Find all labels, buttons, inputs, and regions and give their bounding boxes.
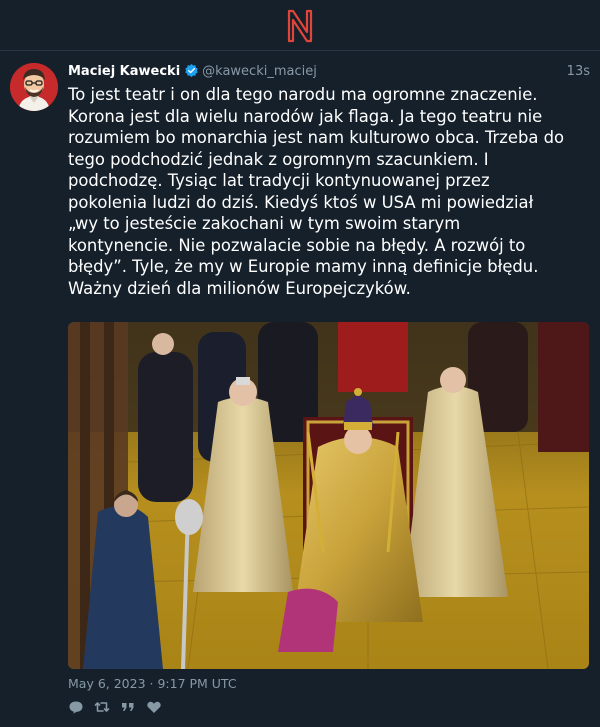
tweet-photo[interactable] [68, 322, 589, 669]
reply-icon[interactable] [68, 699, 84, 715]
like-icon[interactable] [146, 699, 162, 715]
retweet-icon[interactable] [94, 699, 110, 715]
relative-time[interactable]: 13s [567, 63, 590, 81]
quote-icon[interactable] [120, 699, 136, 715]
tweet-header: Maciej Kawecki @kawecki_maciej 13s [68, 63, 590, 83]
author-name[interactable]: Maciej Kawecki [68, 64, 180, 79]
verified-badge-icon [185, 63, 198, 78]
tweet-actions [68, 699, 162, 717]
tweet-timestamp[interactable]: May 6, 2023 · 9:17 PM UTC [68, 676, 237, 691]
app-logo-icon[interactable] [284, 8, 316, 44]
avatar-illustration-icon [10, 63, 58, 111]
tweet-text: To jest teatr i on dla tego narodu ma og… [68, 85, 565, 298]
top-bar [0, 0, 600, 51]
coronation-photo-icon [68, 322, 589, 669]
avatar[interactable] [10, 63, 58, 111]
tweet: Maciej Kawecki @kawecki_maciej 13s To je… [0, 51, 600, 727]
author-handle[interactable]: @kawecki_maciej [202, 64, 317, 79]
